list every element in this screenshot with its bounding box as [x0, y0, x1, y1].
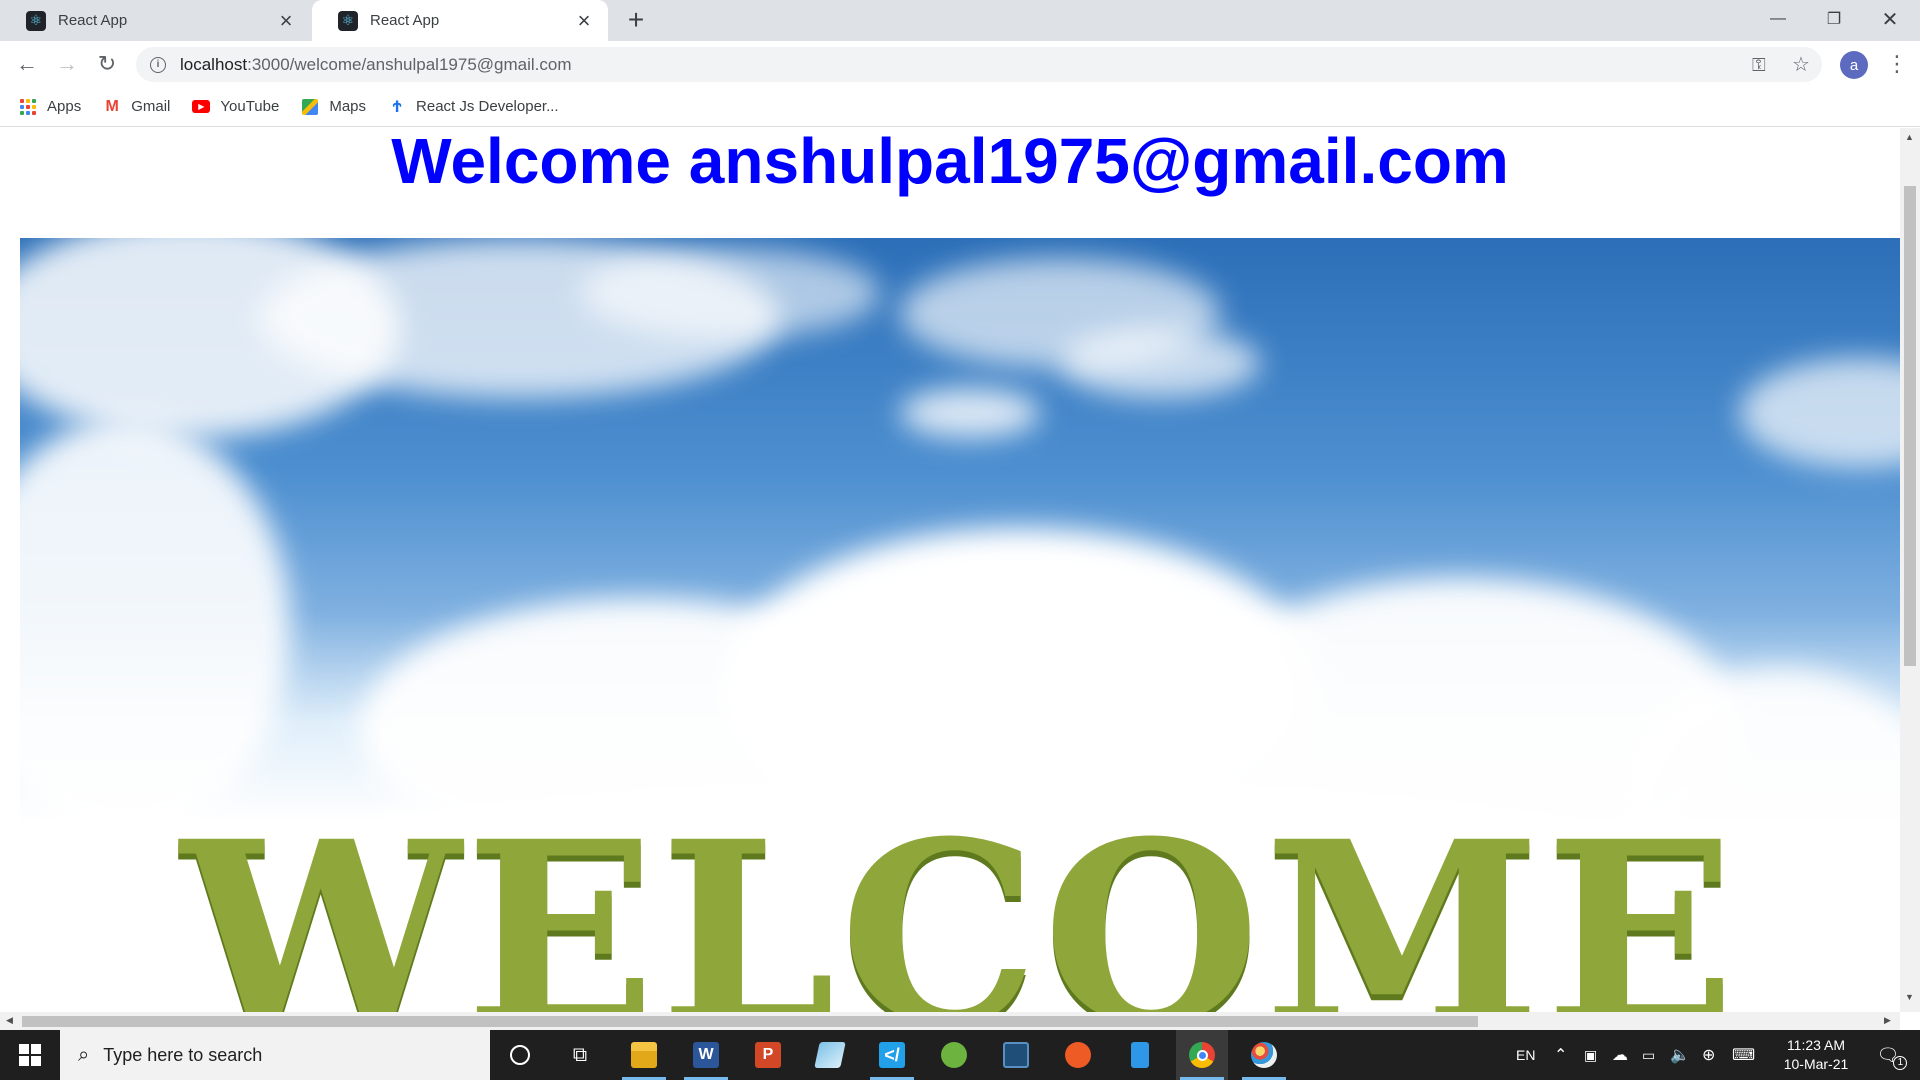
search-icon: ⌕ [78, 1043, 90, 1066]
url-path: :3000/welcome/anshulpal1975@gmail.com [247, 54, 572, 74]
clock-date: 10-Mar-21 [1783, 1056, 1849, 1072]
tab-title: React App [370, 12, 440, 29]
scroll-down-icon[interactable]: ▼ [1905, 992, 1914, 1002]
browser-toolbar: ← → ↻ i localhost :3000/welcome/anshulpa… [0, 41, 1920, 87]
password-key-icon[interactable]: ⚿ [1752, 55, 1766, 76]
site-info-icon[interactable]: i [150, 56, 166, 73]
bookmark-label: Maps [329, 98, 367, 115]
taskbar-search[interactable]: ⌕ Type here to search [60, 1030, 490, 1080]
bookmark-label: Gmail [131, 98, 171, 115]
scroll-up-icon[interactable]: ▲ [1905, 132, 1914, 142]
keyboard-icon[interactable]: ⌨ [1732, 1030, 1755, 1080]
scroll-right-icon[interactable]: ▶ [1884, 1015, 1891, 1026]
react-favicon-icon: ⚛ [26, 10, 46, 31]
cortana-icon[interactable] [494, 1030, 546, 1080]
show-hidden-icons-icon[interactable]: ⌃ [1554, 1030, 1567, 1080]
close-window-icon[interactable]: ✕ [1862, 0, 1918, 38]
browser-menu-icon[interactable]: ⋮ [1886, 49, 1908, 79]
volume-icon[interactable]: 🔈 [1670, 1030, 1690, 1080]
task-view-icon[interactable]: ⧉ [554, 1030, 606, 1080]
bookmark-apps[interactable]: Apps [19, 98, 81, 116]
tab-strip: ⚛ React App × ⚛ React App × + — ❐ ✕ [0, 0, 1920, 41]
start-button[interactable] [0, 1030, 60, 1080]
vertical-scrollbar[interactable]: ▲ ▼ [1900, 128, 1920, 1012]
bookmark-label: Apps [47, 98, 82, 115]
word-icon[interactable]: W [680, 1030, 732, 1080]
url-host: localhost [180, 54, 248, 74]
notification-count: 1 [1893, 1055, 1908, 1070]
minimize-icon[interactable]: — [1750, 0, 1806, 38]
bookmark-site-icon: Ϯ [392, 96, 402, 116]
bookmark-star-icon[interactable]: ☆ [1792, 52, 1810, 77]
network-globe-icon[interactable]: ⊕ [1702, 1030, 1715, 1080]
scroll-left-icon[interactable]: ◀ [6, 1015, 13, 1026]
chrome-icon[interactable] [1176, 1030, 1228, 1080]
welcome-art-text: WELCOME [180, 786, 1740, 1012]
react-favicon-icon: ⚛ [338, 10, 358, 31]
back-icon[interactable]: ← [11, 48, 43, 80]
bookmark-maps[interactable]: Maps [301, 98, 366, 116]
bookmark-youtube[interactable]: ▶ YouTube [192, 98, 279, 116]
windows-logo-icon [19, 1044, 41, 1066]
meet-now-icon[interactable]: ▣ [1584, 1030, 1597, 1080]
battery-icon[interactable]: ▭ [1642, 1030, 1655, 1080]
notepad-icon[interactable] [804, 1030, 856, 1080]
horizontal-scrollbar[interactable]: ◀ ▶ [0, 1012, 1900, 1030]
apps-grid-icon [19, 98, 37, 116]
tab-react-app-1[interactable]: ⚛ React App × [0, 0, 310, 41]
vertical-scroll-thumb[interactable] [1904, 186, 1916, 666]
bookmarks-bar: Apps M Gmail ▶ YouTube Maps Ϯ React Js D… [0, 87, 1920, 127]
horizontal-scroll-thumb[interactable] [22, 1016, 1478, 1027]
tab-react-app-2[interactable]: ⚛ React App × [312, 0, 608, 41]
mysql-workbench-icon[interactable] [990, 1030, 1042, 1080]
welcome-heading: Welcome anshulpal1975@gmail.com [391, 128, 1509, 197]
tab-close-icon[interactable]: × [276, 8, 296, 33]
forward-icon[interactable]: → [51, 48, 83, 80]
vscode-icon[interactable]: </ [866, 1030, 918, 1080]
postman-icon[interactable] [1052, 1030, 1104, 1080]
onedrive-icon[interactable]: ☁ [1612, 1030, 1628, 1080]
gmail-icon: M [105, 97, 119, 115]
address-bar[interactable]: i localhost :3000/welcome/anshulpal1975@… [136, 47, 1822, 82]
bookmark-react-js-developer[interactable]: Ϯ React Js Developer... [388, 96, 559, 116]
profile-avatar[interactable]: a [1840, 51, 1868, 79]
bookmark-label: React Js Developer... [416, 98, 559, 115]
maps-icon [301, 98, 319, 116]
powerpoint-icon[interactable]: P [742, 1030, 794, 1080]
language-indicator[interactable]: EN [1516, 1030, 1535, 1080]
file-explorer-icon[interactable] [618, 1030, 670, 1080]
welcome-hero-image: WELCOME [20, 238, 1900, 1012]
bookmark-label: YouTube [220, 98, 280, 115]
page-viewport: Welcome anshulpal1975@gmail.com WELCOME [0, 128, 1900, 1012]
bookmark-gmail[interactable]: M Gmail [103, 97, 171, 116]
tab-close-icon[interactable]: × [574, 8, 594, 33]
reload-icon[interactable]: ↻ [91, 48, 123, 80]
notifications-icon[interactable]: 🗨 1 [1868, 1030, 1908, 1080]
paint-icon[interactable] [1238, 1030, 1290, 1080]
taskbar-clock[interactable]: 11:23 AM 10-Mar-21 [1766, 1036, 1866, 1074]
phone-app-icon[interactable] [1114, 1030, 1166, 1080]
tab-title: React App [58, 12, 128, 29]
taskbar: ⌕ Type here to search ⧉ W P </ EN ⌃ ▣ ☁ … [0, 1030, 1920, 1080]
youtube-icon: ▶ [192, 98, 211, 116]
clock-time: 11:23 AM [1786, 1037, 1846, 1053]
new-tab-button[interactable]: + [622, 6, 650, 34]
restore-icon[interactable]: ❐ [1806, 0, 1862, 38]
taskbar-search-placeholder: Type here to search [103, 1044, 263, 1065]
spring-tool-icon[interactable] [928, 1030, 980, 1080]
